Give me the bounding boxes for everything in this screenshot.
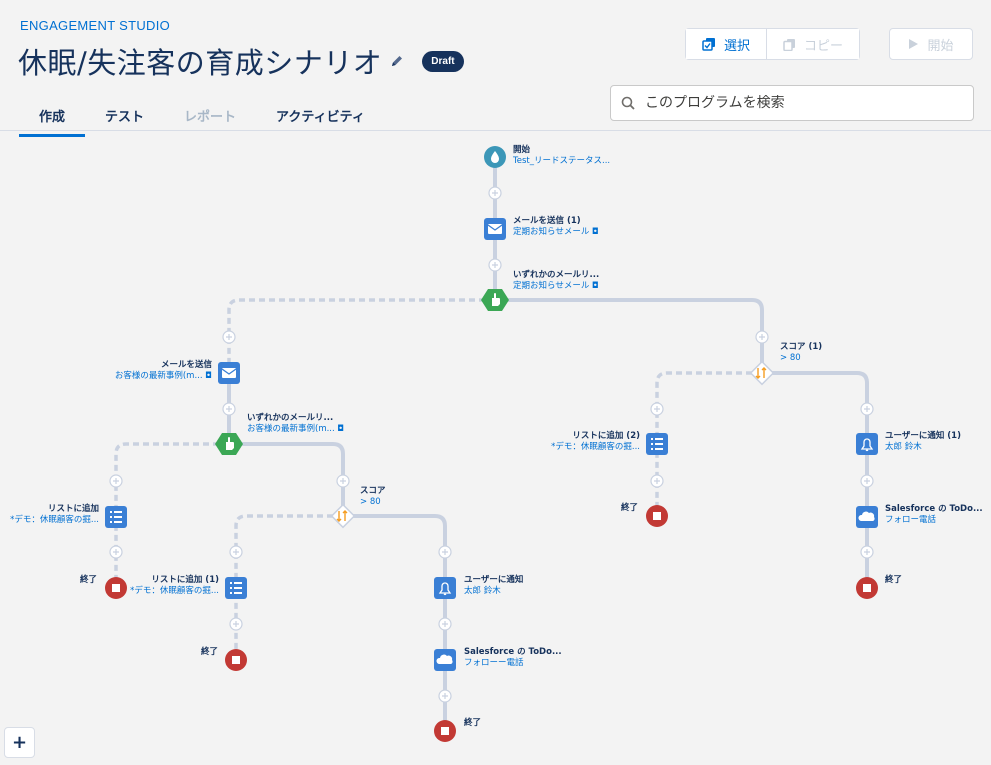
add-to-list-node[interactable]	[105, 506, 127, 528]
search-input[interactable]	[645, 95, 945, 111]
notify-user-node[interactable]	[434, 577, 456, 599]
copy-icon	[783, 38, 796, 51]
plus-icon	[438, 545, 452, 559]
header: ENGAGEMENT STUDIO 休眠/失注客の育成シナリオ Draft 選択…	[0, 0, 991, 137]
plus-icon	[229, 545, 243, 559]
plus-icon	[109, 545, 123, 559]
stop-icon	[653, 512, 661, 520]
start-button[interactable]: 開始	[889, 28, 973, 60]
email-link-trigger-node[interactable]	[481, 289, 509, 311]
list-icon	[651, 438, 663, 450]
email-link-trigger-node[interactable]	[215, 433, 243, 455]
plus-icon	[755, 330, 769, 344]
salesforce-task-node[interactable]	[434, 649, 456, 671]
sf-a-label: Salesforce の ToDo... フォローー電話	[464, 647, 562, 668]
end-node[interactable]	[434, 720, 456, 742]
connectors	[227, 155, 869, 733]
status-badge: Draft	[422, 50, 464, 72]
plus-icon	[650, 402, 664, 416]
copy-button-label: コピー	[804, 38, 844, 54]
end-node[interactable]	[856, 577, 878, 599]
notify-a-label: ユーザーに通知 太郎 鈴木	[464, 575, 524, 596]
end-label: 終了	[80, 575, 98, 585]
pencil-icon[interactable]	[390, 53, 406, 69]
select-icon	[702, 38, 715, 51]
list-icon	[230, 582, 242, 594]
stop-icon	[863, 584, 871, 592]
plus-icon	[222, 330, 236, 344]
list-add-a-label: リストに追加 *デモ：休眠顧客の掘...	[10, 504, 99, 525]
end-node[interactable]	[646, 505, 668, 527]
camera-icon: ◘	[337, 424, 345, 434]
add-to-list-node[interactable]	[646, 433, 668, 455]
studio-label: ENGAGEMENT STUDIO	[20, 18, 171, 33]
tab-test[interactable]: テスト	[85, 98, 164, 135]
start-button-label: 開始	[927, 38, 954, 54]
page-title: 休眠/失注客の育成シナリオ	[18, 46, 383, 80]
end-label: 終了	[201, 647, 219, 657]
plus-icon	[488, 186, 502, 200]
zoom-in-button[interactable]: +	[4, 727, 35, 758]
email1-label: メールを送信 (1) 定期お知らせメール ◘	[513, 216, 599, 237]
plus-icon	[650, 474, 664, 488]
score2-label: スコア > 80	[360, 486, 386, 507]
copy-button[interactable]: コピー	[766, 29, 860, 59]
tab-build[interactable]: 作成	[19, 98, 86, 137]
select-button[interactable]: 選択	[686, 29, 767, 59]
envelope-icon	[487, 224, 503, 234]
trigger1-label: いずれかのメールリ... 定期お知らせメール ◘	[513, 270, 600, 291]
end-label: 終了	[885, 575, 903, 585]
list-add-b-label: リストに追加 (1) *デモ：休眠顧客の掘...	[130, 575, 219, 596]
stop-icon	[232, 656, 240, 664]
send-email-node[interactable]	[218, 362, 240, 384]
action-button-group: 選択 コピー	[685, 28, 861, 60]
list-add-c-label: リストに追加 (2) *デモ：休眠顧客の掘...	[551, 431, 640, 452]
score-rule-node[interactable]	[749, 360, 775, 386]
stop-icon	[441, 727, 449, 735]
score-rule-node[interactable]	[330, 503, 356, 529]
title-row: 休眠/失注客の育成シナリオ Draft	[18, 40, 464, 82]
start-node[interactable]	[484, 146, 506, 168]
plus-icon	[229, 617, 243, 631]
list-icon	[110, 511, 122, 523]
email2-label: メールを送信 お客様の最新事例(m... ◘	[114, 360, 212, 381]
plus-icon	[488, 258, 502, 272]
plus-icon	[336, 474, 350, 488]
sf-b-label: Salesforce の ToDo... フォロー電話	[885, 504, 983, 525]
flow-canvas[interactable]	[0, 132, 991, 765]
camera-icon: ◘	[205, 371, 212, 381]
end-label: 終了	[464, 718, 482, 728]
add-to-list-node[interactable]	[225, 577, 247, 599]
stop-icon	[112, 584, 120, 592]
salesforce-task-node[interactable]	[856, 506, 878, 528]
trigger2-label: いずれかのメールリ... お客様の最新事例(m... ◘	[247, 413, 345, 434]
plus-icon	[860, 545, 874, 559]
envelope-icon	[221, 368, 237, 378]
plus-icon	[222, 402, 236, 416]
plus-icon	[109, 474, 123, 488]
plus-icon	[438, 617, 452, 631]
notify-b-label: ユーザーに通知 (1) 太郎 鈴木	[885, 431, 961, 452]
camera-icon: ◘	[592, 281, 599, 291]
play-icon	[909, 39, 919, 49]
tab-bar: 作成 テスト レポート アクティビティ	[19, 98, 385, 137]
end-label: 終了	[621, 503, 639, 513]
plus-icon	[438, 689, 452, 703]
send-email-node[interactable]	[484, 218, 506, 240]
score1-label: スコア (1) > 80	[780, 342, 823, 363]
start-node-label: 開始 Test_リードステータス...	[513, 145, 611, 166]
program-search	[610, 85, 974, 121]
plus-icon	[860, 474, 874, 488]
tab-activity[interactable]: アクティビティ	[256, 98, 385, 135]
notify-user-node[interactable]	[856, 433, 878, 455]
plus-icon	[860, 402, 874, 416]
end-node[interactable]	[105, 577, 127, 599]
select-button-label: 選択	[724, 38, 751, 54]
end-node[interactable]	[225, 649, 247, 671]
tab-report[interactable]: レポート	[164, 98, 256, 135]
dashed-connectors	[114, 298, 762, 660]
search-icon	[621, 96, 635, 110]
camera-icon: ◘	[592, 227, 599, 237]
